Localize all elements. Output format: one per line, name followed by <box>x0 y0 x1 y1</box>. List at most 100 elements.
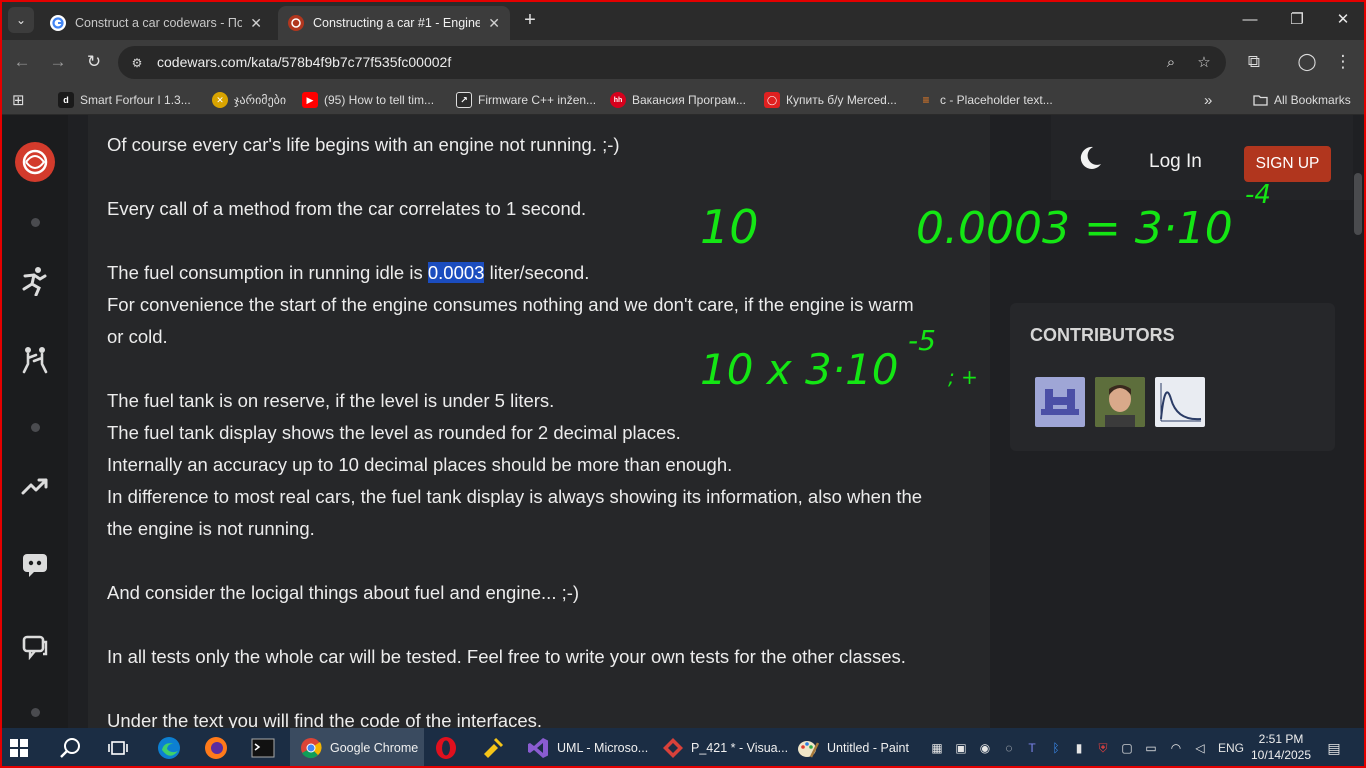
microphone-icon[interactable]: ▮ <box>1071 740 1087 756</box>
taskbar-label: Untitled - Paint <box>827 741 909 755</box>
bookmark-hh[interactable]: hh Вакансия Програм... <box>610 91 746 109</box>
tray-record-icon[interactable]: ◉ <box>977 740 993 756</box>
bluetooth-icon[interactable]: ᛒ <box>1048 740 1064 756</box>
bookmark-star-icon[interactable]: ☆ <box>1194 53 1214 73</box>
tab-constructing-car[interactable]: Constructing a car #1 - Engine a ✕ <box>278 6 510 40</box>
edge-icon[interactable] <box>157 728 183 768</box>
codewars-logo-icon[interactable] <box>14 141 56 183</box>
new-tab-button[interactable]: + <box>520 9 540 31</box>
tool-app-icon[interactable] <box>481 728 507 768</box>
text-line: For convenience the start of the engine … <box>107 294 914 315</box>
minimize-button[interactable]: — <box>1238 8 1262 32</box>
codewars-icon <box>288 15 304 31</box>
tray-app-icon[interactable]: ▣ <box>953 740 969 756</box>
start-button[interactable] <box>10 728 40 768</box>
url-text[interactable]: codewars.com/kata/578b4f9b7c77f535fc0000… <box>157 54 451 70</box>
tab-search-button[interactable]: ⌄ <box>8 7 34 33</box>
chat-icon[interactable] <box>19 631 51 663</box>
bookmark-youtube[interactable]: ▶ (95) How to tell tim... <box>302 91 434 109</box>
bookmark-label: Купить б/у Merced... <box>786 93 897 107</box>
avatar[interactable] <box>1095 377 1145 427</box>
forward-button[interactable]: → <box>46 50 70 74</box>
taskbar-uml-vs[interactable]: UML - Microso... <box>526 728 652 768</box>
notifications-icon[interactable]: ▤ <box>1325 740 1343 756</box>
text-line: Every call of a method from the car corr… <box>107 198 587 219</box>
back-button[interactable]: ← <box>10 50 34 74</box>
opera-icon[interactable] <box>434 728 460 768</box>
tray-sync-icon[interactable]: ◌ <box>1001 740 1017 756</box>
browser-toolbar: ← → ↻ ⚙ codewars.com/kata/578b4f9b7c77f5… <box>0 40 1366 85</box>
taskbar-paint[interactable]: Untitled - Paint <box>796 728 918 768</box>
taskbar-chrome[interactable]: Google Chrome <box>290 728 424 768</box>
taskbar-p421[interactable]: P_421 * - Visua... <box>662 728 788 768</box>
bookmark-label: Вакансия Програм... <box>632 93 746 107</box>
page-viewport: Of course every car's life begins with a… <box>0 115 1366 728</box>
reload-button[interactable]: ↻ <box>82 50 106 74</box>
taskbar-clock[interactable]: 2:51 PM 10/14/2025 <box>1250 731 1312 763</box>
text-line: And consider the locigal things about fu… <box>107 582 580 603</box>
volume-icon[interactable]: ◁ <box>1192 740 1208 756</box>
tab-construct-car[interactable]: Construct a car codewars - Пои ✕ <box>40 6 272 40</box>
practice-icon[interactable] <box>19 344 51 376</box>
text-line-idle-consumption: The fuel consumption in running idle is … <box>107 257 589 289</box>
teams-icon[interactable]: T <box>1024 740 1040 756</box>
search-icon[interactable] <box>60 728 86 768</box>
restore-button[interactable]: ❐ <box>1285 8 1309 32</box>
signup-button[interactable]: SIGN UP <box>1244 146 1331 182</box>
bookmark-fines[interactable]: ✕ ჯარიმები <box>212 91 286 109</box>
text-line: Under the text you will find the code of… <box>107 710 542 728</box>
avatar[interactable] <box>1035 377 1085 427</box>
terminal-icon[interactable] <box>251 728 277 768</box>
menu-icon[interactable]: ⋮ <box>1331 50 1355 74</box>
contributors-card: CONTRIBUTORS <box>1010 303 1335 451</box>
leaderboard-trend-icon[interactable] <box>19 470 51 502</box>
bookmark-mercedes[interactable]: ◯ Купить б/у Merced... <box>764 91 897 109</box>
taskbar-label: Google Chrome <box>330 741 419 755</box>
site-settings-icon[interactable]: ⚙ <box>128 54 146 72</box>
google-icon <box>50 15 66 31</box>
folder-icon <box>1252 92 1268 108</box>
windows-icon <box>10 739 28 757</box>
bookmark-icon: ✕ <box>212 92 228 108</box>
firefox-icon[interactable] <box>204 728 230 768</box>
kata-description: Of course every car's life begins with a… <box>88 115 990 728</box>
training-icon[interactable] <box>19 265 51 297</box>
text-fragment: The fuel consumption in running idle is <box>107 262 428 283</box>
selected-value[interactable]: 0.0003 <box>427 262 485 283</box>
right-sidebar: Log In SIGN UP CONTRIBUTORS <box>990 115 1366 728</box>
address-bar[interactable]: ⚙ codewars.com/kata/578b4f9b7c77f535fc00… <box>118 46 1226 79</box>
bookmarks-bar: ⊞ d Smart Forfour I 1.3... ✕ ჯარიმები ▶ … <box>0 85 1366 115</box>
bookmark-label: Firmware C++ inžen... <box>478 93 597 107</box>
taskbar-label: P_421 * - Visua... <box>691 741 789 755</box>
tray-keyboard-icon[interactable]: ▦ <box>929 740 945 756</box>
more-bookmarks-icon[interactable]: » <box>1204 91 1212 109</box>
bookmark-stackoverflow[interactable]: ≡ c - Placeholder text... <box>918 91 1052 109</box>
clock-date: 10/14/2025 <box>1250 748 1312 762</box>
security-icon[interactable]: ⛨ <box>1095 740 1111 756</box>
zoom-icon[interactable]: ⌕ <box>1161 53 1181 73</box>
page-scrollbar[interactable] <box>1354 173 1362 235</box>
bookmark-icon: ↗ <box>456 92 472 108</box>
all-bookmarks-button[interactable]: All Bookmarks <box>1252 91 1351 109</box>
bookmark-smart-forfour[interactable]: d Smart Forfour I 1.3... <box>58 91 191 109</box>
task-view-icon[interactable] <box>108 728 132 768</box>
hh-icon: hh <box>610 92 626 108</box>
login-link[interactable]: Log In <box>1149 151 1202 173</box>
discord-icon[interactable] <box>19 549 51 581</box>
text-line: Of course every car's life begins with a… <box>107 134 620 155</box>
contributors-heading: CONTRIBUTORS <box>1030 325 1175 345</box>
close-window-button[interactable]: ✕ <box>1331 8 1355 32</box>
bookmark-firmware[interactable]: ↗ Firmware C++ inžen... <box>456 91 596 109</box>
close-tab-icon[interactable]: ✕ <box>250 15 262 32</box>
apps-icon[interactable]: ⊞ <box>12 91 25 109</box>
wifi-icon[interactable]: ◠ <box>1168 740 1184 756</box>
extensions-icon[interactable]: ⧉ <box>1242 50 1266 74</box>
avatar[interactable] <box>1155 377 1205 427</box>
rail-separator-dot <box>31 423 40 432</box>
device-icon[interactable]: ▢ <box>1119 740 1135 756</box>
profile-icon[interactable]: ◯ <box>1295 50 1319 74</box>
language-indicator[interactable]: ENG <box>1216 740 1246 756</box>
moon-icon[interactable] <box>1077 145 1103 171</box>
close-tab-icon[interactable]: ✕ <box>488 15 500 32</box>
battery-icon[interactable]: ▭ <box>1143 740 1159 756</box>
